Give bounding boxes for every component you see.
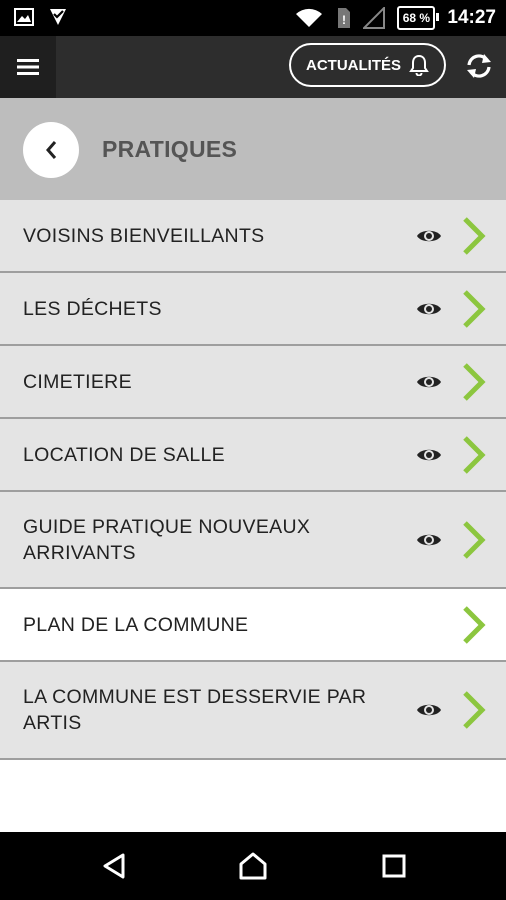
app-bar: ACTUALITÉS (0, 36, 506, 98)
menu-button[interactable] (0, 36, 56, 98)
chevron-right-icon (463, 216, 486, 255)
list-item-guide-pratique[interactable]: GUIDE PRATIQUE NOUVEAUX ARRIVANTS (0, 492, 506, 589)
list-item-desservie-artis[interactable]: LA COMMUNE EST DESSERVIE PAR ARTIS (0, 662, 506, 760)
news-button[interactable]: ACTUALITÉS (289, 43, 446, 87)
navigation-bar (0, 832, 506, 900)
recents-square-icon (382, 854, 406, 878)
eye-icon[interactable] (416, 300, 442, 318)
chevron-right-icon (463, 520, 486, 559)
refresh-icon (467, 54, 491, 78)
signal-icon (363, 7, 386, 29)
list-item-label: LES DÉCHETS (23, 297, 162, 320)
status-time: 14:27 (447, 7, 496, 28)
hamburger-menu-icon (17, 59, 39, 75)
list-item-label: CIMETIERE (23, 370, 132, 393)
eye-icon[interactable] (416, 446, 442, 464)
practical-list: VOISINS BIENVEILLANTS LES DÉCHETS CIMETI… (0, 200, 506, 760)
svg-text:!: ! (342, 13, 346, 27)
chevron-left-icon (46, 141, 57, 159)
nav-back-button[interactable] (98, 850, 130, 882)
refresh-button[interactable] (462, 49, 496, 83)
wifi-icon (296, 8, 323, 27)
chevron-right-icon (463, 691, 486, 729)
news-button-label: ACTUALITÉS (306, 56, 401, 74)
list-item-cimetiere[interactable]: CIMETIERE (0, 346, 506, 419)
page-title: PRATIQUES (102, 136, 238, 162)
chevron-right-icon (463, 362, 486, 401)
chevron-right-icon (463, 605, 486, 644)
eye-icon[interactable] (416, 531, 442, 549)
list-item-label: LA COMMUNE EST DESSERVIE PAR ARTIS (23, 686, 367, 734)
list-item-location-salle[interactable]: LOCATION DE SALLE (0, 419, 506, 492)
list-item-label: GUIDE PRATIQUE NOUVEAUX ARRIVANTS (23, 515, 311, 564)
back-button[interactable] (23, 122, 79, 178)
eye-icon[interactable] (416, 227, 442, 245)
back-triangle-icon (103, 853, 125, 879)
list-item-dechets[interactable]: LES DÉCHETS (0, 273, 506, 346)
chevron-right-icon (463, 435, 486, 474)
image-icon (14, 8, 34, 26)
chevron-right-icon (463, 289, 486, 328)
nav-recents-button[interactable] (378, 850, 410, 882)
list-item-label: VOISINS BIENVEILLANTS (23, 224, 265, 247)
nav-home-button[interactable] (237, 850, 269, 882)
list-item-label: LOCATION DE SALLE (23, 443, 225, 466)
notification-check-icon (50, 9, 66, 25)
battery-icon: 68 % (397, 6, 440, 30)
battery-level: 68 % (402, 11, 431, 25)
eye-icon[interactable] (416, 701, 442, 719)
title-bar: PRATIQUES (0, 98, 506, 200)
eye-icon[interactable] (416, 373, 442, 391)
list-item-voisins[interactable]: VOISINS BIENVEILLANTS (0, 200, 506, 273)
status-bar: ! 68 % 14:27 (0, 0, 506, 36)
sim-icon: ! (338, 8, 351, 28)
list-item-plan-commune[interactable]: PLAN DE LA COMMUNE (0, 589, 506, 662)
list-item-label: PLAN DE LA COMMUNE (23, 613, 249, 636)
home-icon (239, 852, 267, 880)
bell-icon (409, 54, 429, 76)
